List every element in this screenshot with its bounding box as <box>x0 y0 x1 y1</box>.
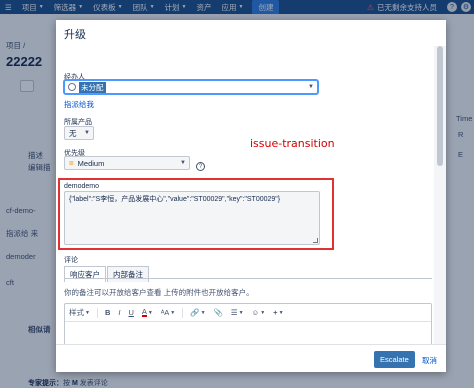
comment-label: 评论 <box>64 257 78 264</box>
plus-icon: + <box>273 308 278 317</box>
list-button[interactable]: ☰ ▼ <box>227 308 248 317</box>
tab-reply-customer[interactable]: 响应客户 <box>64 266 106 282</box>
underline-button[interactable]: U <box>124 308 137 317</box>
comment-tabs: 响应客户 内部备注 <box>64 266 150 282</box>
chevron-down-icon: ▼ <box>278 309 284 316</box>
attachment-icon: 📎 <box>213 308 223 317</box>
demodemo-textarea[interactable]: {"label":"S李恒，产品发展中心","value":"ST00029",… <box>64 191 320 245</box>
priority-select[interactable]: = Medium ▼ <box>64 156 190 170</box>
chevron-down-icon: ▼ <box>170 309 176 316</box>
text-color-icon: A <box>141 307 147 317</box>
assignee-value: 未分配 <box>79 81 106 93</box>
escalate-button[interactable]: Escalate <box>374 351 415 368</box>
demodemo-label: demodemo <box>64 183 100 190</box>
toolbar-divider <box>96 307 98 318</box>
help-icon[interactable]: ? <box>196 162 205 171</box>
insert-more-button[interactable]: + ▼ <box>269 308 287 317</box>
annotation-label: issue-transition <box>250 137 335 150</box>
chevron-down-icon: ▼ <box>180 160 186 166</box>
link-icon: 🔗 <box>190 308 200 317</box>
chevron-down-icon: ▼ <box>85 309 90 316</box>
attachment-button[interactable]: 📎 <box>210 308 227 317</box>
tabs-divider <box>64 278 432 279</box>
bold-button[interactable]: B <box>101 308 114 317</box>
chevron-down-icon: ▼ <box>200 309 206 316</box>
priority-medium-icon: = <box>69 158 74 168</box>
priority-value: Medium <box>77 158 105 168</box>
chevron-down-icon: ▼ <box>238 309 244 316</box>
escalate-dialog: 升级 经办人 未分配 ▼ 指派给我 所属产品 无 ▼ 优先级 = Medium … <box>56 20 446 372</box>
dialog-body: 经办人 未分配 ▼ 指派给我 所属产品 无 ▼ 优先级 = Medium ▼ ?… <box>56 46 434 344</box>
cancel-link[interactable]: 取消 <box>422 355 437 366</box>
assignee-field[interactable]: 未分配 ▼ <box>64 80 318 94</box>
emoji-icon: ☺ <box>251 308 260 317</box>
list-icon: ☰ <box>230 308 238 317</box>
demodemo-value: {"label":"S李恒，产品发展中心","value":"ST00029",… <box>69 196 281 203</box>
product-value: 无 <box>69 128 77 138</box>
more-formatting-icon: ᴬA <box>160 308 170 317</box>
chevron-down-icon: ▼ <box>147 309 153 316</box>
comment-visibility-note: 你的备注可以开放给客户查看 上传的附件也开放给客户。 <box>64 288 254 297</box>
chevron-down-icon: ▼ <box>308 84 314 90</box>
comment-editor[interactable]: 样式 ▼ B I U A ▼ ᴬA ▼ 🔗 ▼ 📎 ☰ ▼ ☺ ▼ + ▼ <box>64 303 432 344</box>
more-formatting-button[interactable]: ᴬA ▼ <box>157 308 179 317</box>
assign-to-me-link[interactable]: 指派给我 <box>64 99 94 110</box>
text-color-button[interactable]: A ▼ <box>138 308 157 317</box>
chevron-down-icon: ▼ <box>260 309 266 316</box>
chevron-down-icon: ▼ <box>84 130 90 136</box>
dialog-scrollbar[interactable] <box>434 46 446 344</box>
editor-toolbar: 样式 ▼ B I U A ▼ ᴬA ▼ 🔗 ▼ 📎 ☰ ▼ ☺ ▼ + ▼ <box>65 304 431 322</box>
italic-button[interactable]: I <box>114 308 124 317</box>
emoji-button[interactable]: ☺ ▼ <box>248 308 270 317</box>
product-select[interactable]: 无 ▼ <box>64 126 94 140</box>
toolbar-divider <box>182 307 184 318</box>
dialog-title: 升级 <box>64 29 86 41</box>
tab-internal-note[interactable]: 内部备注 <box>107 266 149 282</box>
scrollbar-thumb[interactable] <box>437 46 443 166</box>
link-button[interactable]: 🔗 ▼ <box>186 308 209 317</box>
dialog-footer: Escalate 取消 <box>56 344 446 372</box>
resize-handle-icon[interactable] <box>313 238 318 243</box>
user-avatar-icon <box>68 83 76 91</box>
text-style-dropdown[interactable]: 样式 ▼ <box>65 307 94 318</box>
